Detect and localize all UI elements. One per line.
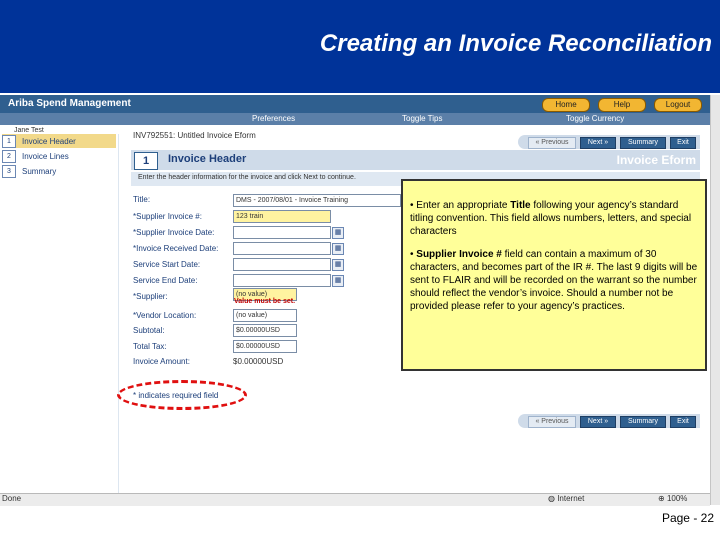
step-number-box: 1 <box>134 152 158 170</box>
vertical-scrollbar[interactable] <box>710 95 720 505</box>
nav-item-invoice-header[interactable]: 1 Invoice Header <box>2 134 116 148</box>
nav-step-number: 3 <box>2 164 16 178</box>
title-label: Title: <box>133 195 151 204</box>
breadcrumb: INV792551: Untitled Invoice Eform <box>133 131 256 140</box>
total-tax-input[interactable]: $0.00000USD <box>233 340 297 353</box>
eform-title: Invoice Eform <box>616 153 696 167</box>
security-zone: ◍ Internet <box>548 494 584 503</box>
service-start-date-label: Service Start Date: <box>133 260 201 269</box>
supplier-invoice-input[interactable]: 123 train <box>233 210 331 223</box>
service-start-date-input[interactable] <box>233 258 331 271</box>
supplier-invoice-date-input[interactable] <box>233 226 331 239</box>
toggle-currency-link[interactable]: Toggle Currency <box>566 114 624 123</box>
previous-button-top[interactable]: « Previous <box>528 137 576 149</box>
callout-bold: Title <box>510 200 531 211</box>
subtotal-input[interactable]: $0.00000USD <box>233 324 297 337</box>
status-text: Done <box>2 494 22 503</box>
user-name: Jane Test <box>14 127 44 134</box>
exit-button-top[interactable]: Exit <box>670 137 696 149</box>
app-logo: Ariba Spend Management <box>8 98 131 109</box>
service-end-date-label: Service End Date: <box>133 276 198 285</box>
invoice-amount-value: $0.00000USD <box>233 357 284 366</box>
home-button[interactable]: Home <box>542 98 590 112</box>
vendor-location-label: *Vendor Location: <box>133 311 197 320</box>
calendar-icon[interactable]: ▦ <box>332 259 344 271</box>
next-button-bottom[interactable]: Next » <box>580 416 616 428</box>
next-button-top[interactable]: Next » <box>580 137 616 149</box>
nav-step-number: 2 <box>2 149 16 163</box>
summary-button-top[interactable]: Summary <box>620 137 666 149</box>
instructions-text: Enter the header information for the inv… <box>138 174 356 181</box>
zoom-level[interactable]: ⊕ 100% <box>658 494 687 503</box>
zone-label: Internet <box>557 494 585 503</box>
callout-bold: Supplier Invoice # <box>416 249 502 260</box>
exit-button-bottom[interactable]: Exit <box>670 416 696 428</box>
highlight-ellipse <box>117 380 247 410</box>
title-input[interactable]: DMS - 2007/08/01 - Invoice Training <box>233 194 401 207</box>
supplier-error: Value must be set. <box>234 298 296 305</box>
invoice-received-date-input[interactable] <box>233 242 331 255</box>
section-title: Invoice Header <box>168 153 247 165</box>
supplier-invoice-date-label: *Supplier Invoice Date: <box>133 228 215 237</box>
invoice-amount-label: Invoice Amount: <box>133 357 190 366</box>
browser-status-bar <box>0 493 710 506</box>
calendar-icon[interactable]: ▦ <box>332 243 344 255</box>
help-button[interactable]: Help <box>598 98 646 112</box>
globe-icon: ◍ <box>548 494 558 503</box>
subtotal-label: Subtotal: <box>133 326 165 335</box>
vendor-location-select[interactable]: (no value) <box>233 309 297 322</box>
supplier-label: *Supplier: <box>133 292 168 301</box>
total-tax-label: Total Tax: <box>133 342 167 351</box>
calendar-icon[interactable]: ▦ <box>332 275 344 287</box>
callout-title-tip: • Enter an appropriate Title following y… <box>410 199 699 238</box>
preferences-link[interactable]: Preferences <box>252 114 295 123</box>
nav-item-label: Summary <box>22 166 57 176</box>
summary-button-bottom[interactable]: Summary <box>620 416 666 428</box>
invoice-received-date-label: *Invoice Received Date: <box>133 244 219 253</box>
left-nav <box>0 134 119 494</box>
callout-text: • Enter an appropriate <box>410 200 511 211</box>
previous-button-bottom[interactable]: « Previous <box>528 416 576 428</box>
zoom-icon: ⊕ <box>658 494 667 503</box>
supplier-invoice-label: *Supplier Invoice #: <box>133 212 202 221</box>
slide-title: Creating an Invoice Reconciliation <box>319 30 712 57</box>
page-number: Page - 22 <box>661 511 714 525</box>
nav-item-label: Invoice Header <box>22 136 76 146</box>
logout-button[interactable]: Logout <box>654 98 702 112</box>
zoom-label: 100% <box>666 494 688 503</box>
toggle-tips-link[interactable]: Toggle Tips <box>402 114 442 123</box>
tip-callout: • Enter an appropriate Title following y… <box>401 179 707 371</box>
nav-item-invoice-lines[interactable]: 2 Invoice Lines <box>2 149 116 163</box>
nav-item-label: Invoice Lines <box>22 151 69 161</box>
nav-step-number: 1 <box>2 134 16 148</box>
callout-supplier-invoice-tip: • Supplier Invoice # field can contain a… <box>410 248 699 313</box>
nav-item-summary[interactable]: 3 Summary <box>2 164 116 178</box>
calendar-icon[interactable]: ▦ <box>332 227 344 239</box>
service-end-date-input[interactable] <box>233 274 331 287</box>
